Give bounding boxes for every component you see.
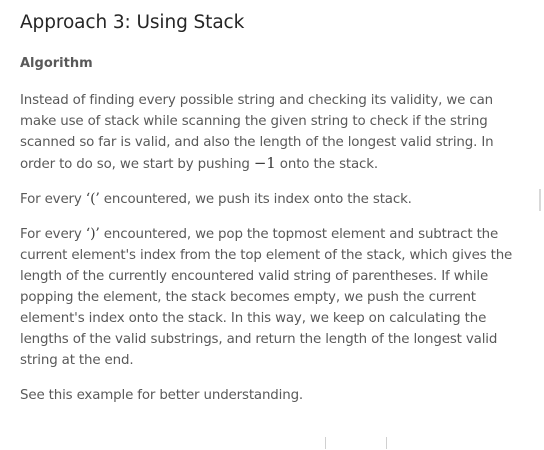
paragraph-intro-tail: onto the stack.	[275, 157, 378, 172]
article-content: Approach 3: Using Stack Algorithm Instea…	[20, 0, 525, 406]
paragraph-open-paren-pre: For every	[20, 192, 86, 207]
paragraph-close-paren: For every ‘)’ encountered, we pop the to…	[20, 224, 525, 371]
paragraph-close-paren-post: encountered, we pop the topmost element …	[20, 227, 513, 368]
section-subtitle: Algorithm	[20, 56, 93, 71]
paragraph-open-paren: For every ‘(’ encountered, we push its i…	[20, 189, 525, 210]
divider-line	[325, 437, 326, 449]
close-paren-symbol: ‘)’	[85, 226, 100, 242]
paragraph-example: See this example for better understandin…	[20, 388, 304, 403]
paragraph-intro: Instead of finding every possible string…	[20, 90, 525, 175]
paragraph-close-paren-pre: For every	[20, 227, 86, 242]
scrollbar-thumb[interactable]	[539, 189, 541, 211]
paragraph-open-paren-post: encountered, we push its index onto the …	[99, 192, 412, 207]
divider-line	[386, 437, 387, 449]
page-title: Approach 3: Using Stack	[20, 12, 245, 33]
open-paren-symbol: ‘(’	[85, 191, 100, 207]
math-minus-one: −1	[253, 154, 276, 172]
